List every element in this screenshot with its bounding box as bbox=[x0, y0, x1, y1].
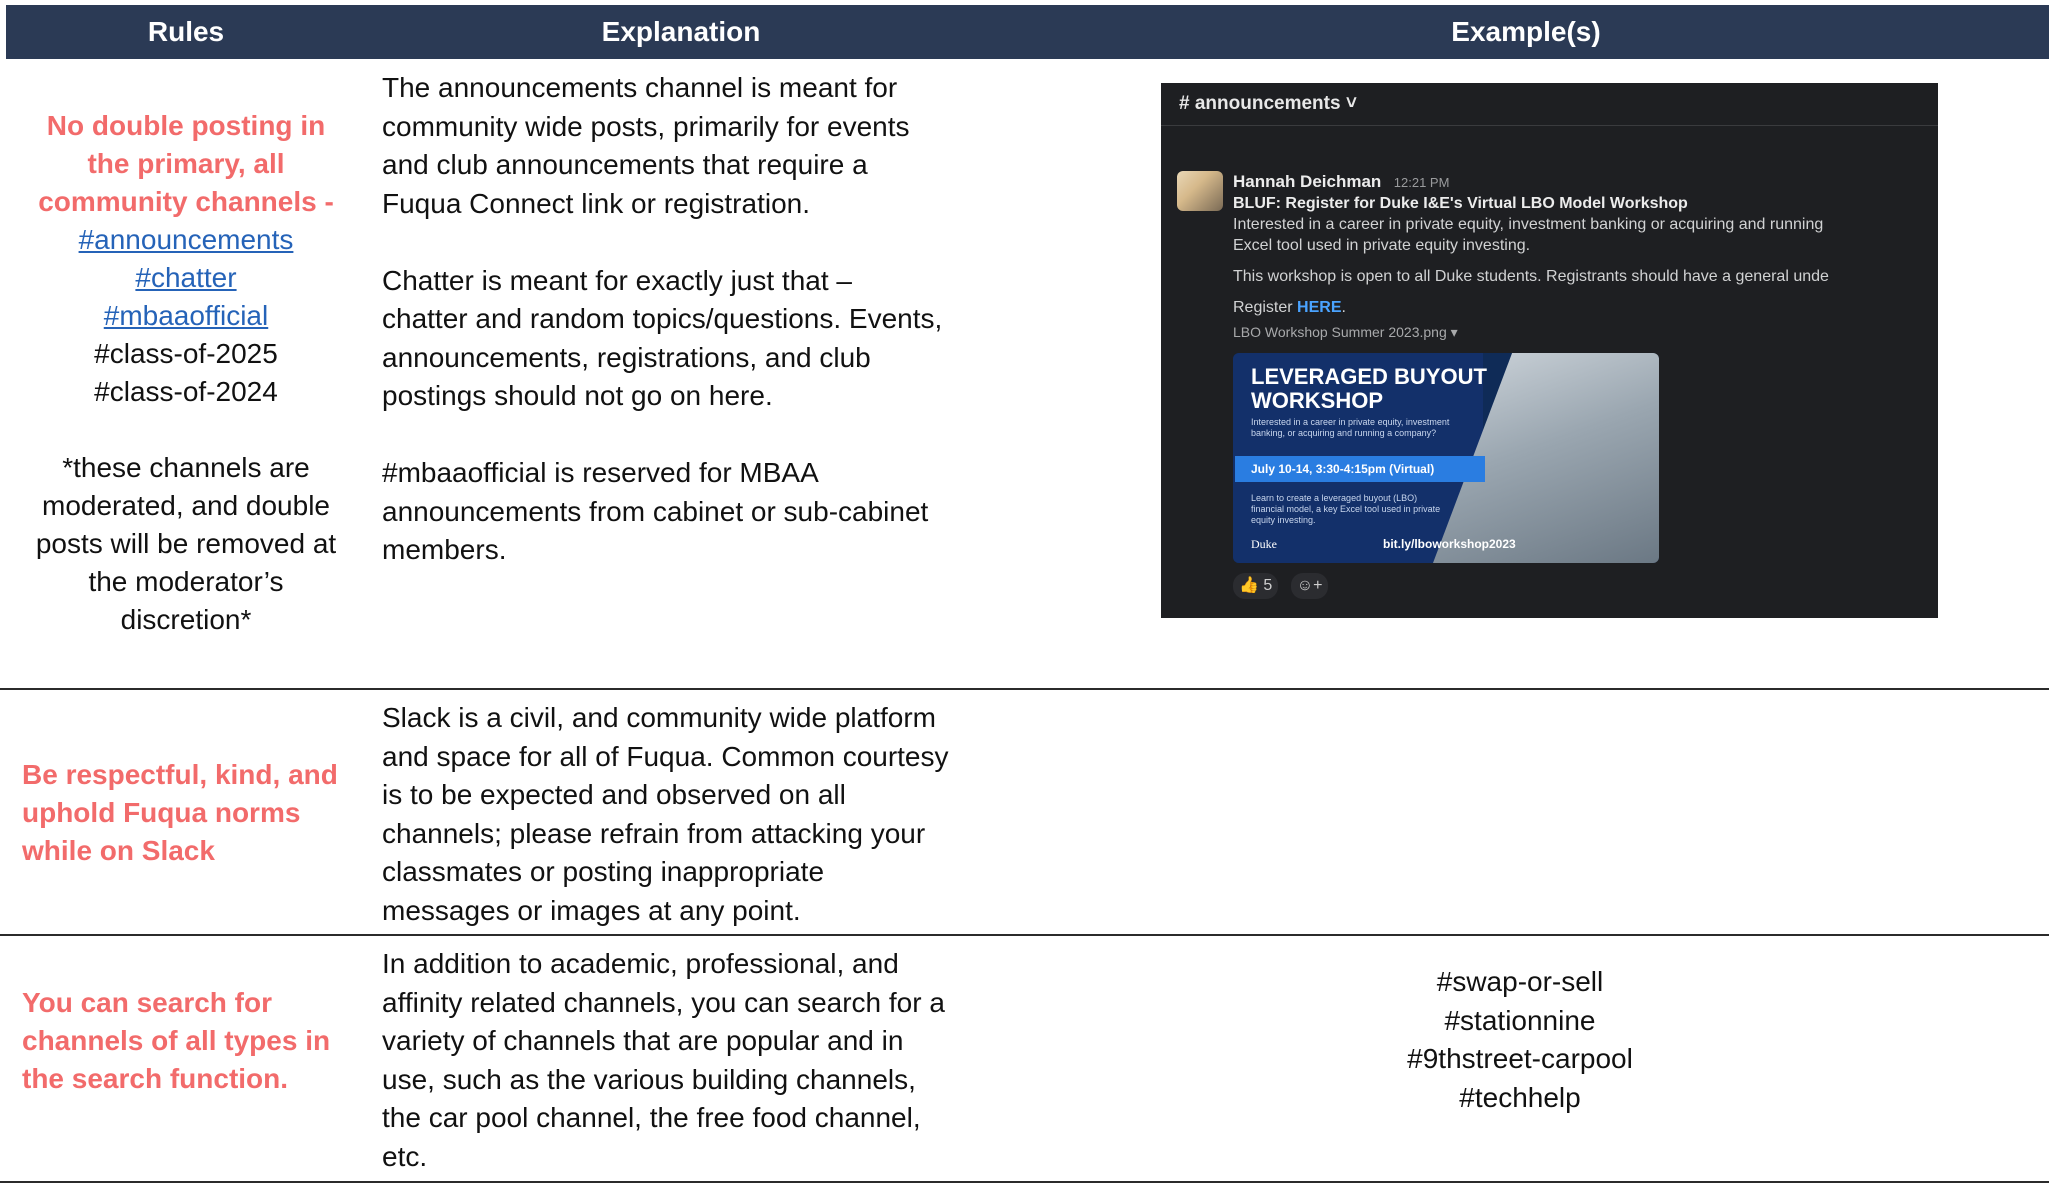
channel-class-of-2024: #class-of-2024 bbox=[94, 376, 278, 407]
expl-line: community wide posts, primarily for even… bbox=[382, 110, 910, 142]
expl-line: and club announcements that require a bbox=[382, 149, 868, 180]
thumbs-up-reaction[interactable]: 👍 5 bbox=[1233, 573, 1279, 599]
rule-line: the search function. bbox=[22, 1063, 289, 1094]
message-time: 12:21 PM bbox=[1393, 175, 1450, 190]
rule-line: You can search for bbox=[22, 987, 273, 1018]
duke-logo: Duke bbox=[1251, 537, 1277, 551]
header-rules: Rules bbox=[147, 16, 225, 47]
thumbs-up-icon: 👍 bbox=[1239, 577, 1259, 594]
message-subject: BLUF: Register for Duke I&E's Virtual LB… bbox=[1233, 195, 1688, 212]
banner-description: Learn to create a leveraged buyout (LBO)… bbox=[1251, 493, 1441, 525]
register-prefix: Register bbox=[1233, 299, 1298, 316]
explanation-row-1: The announcements channel is meant for c… bbox=[382, 69, 982, 570]
channel-link-mbaaofficial[interactable]: #mbaaofficial bbox=[6, 297, 366, 335]
header-explanation: Explanation bbox=[601, 16, 761, 47]
slack-screenshot: # announcements ˅ Hannah Deichman 12:21 … bbox=[1161, 83, 1938, 618]
rule-no-double-posting: No double posting in the primary, all co… bbox=[6, 107, 366, 639]
header-examples: Example(s) bbox=[1451, 16, 1601, 47]
moderation-note-line: discretion* bbox=[120, 604, 252, 635]
rule-line: uphold Fuqua norms bbox=[22, 797, 301, 828]
expl-line: chatter and random topics/questions. Eve… bbox=[382, 303, 943, 334]
expl-line: use, such as the various building channe… bbox=[382, 1063, 916, 1095]
expl-line: channels; please refrain from attacking … bbox=[382, 817, 926, 849]
expl-line: postings should not go on here. bbox=[382, 380, 773, 411]
explanation-row-2: Slack is a civil, and community wide pla… bbox=[382, 699, 982, 930]
banner-date: July 10-14, 3:30-4:15pm (Virtual) bbox=[1235, 456, 1485, 482]
example-channel: #stationnine bbox=[1444, 1004, 1596, 1036]
expl-line: classmates or posting inappropriate bbox=[382, 856, 825, 887]
register-suffix: . bbox=[1341, 299, 1346, 316]
channel-link-chatter[interactable]: #chatter bbox=[6, 259, 366, 297]
expl-line: Fuqua Connect link or registration. bbox=[382, 187, 810, 219]
moderation-note-line: *these channels are bbox=[62, 452, 310, 483]
expl-line: variety of channels that are popular and… bbox=[382, 1025, 904, 1056]
rule-line: community channels - bbox=[38, 186, 334, 217]
moderation-note-line: posts will be removed at bbox=[35, 528, 337, 559]
expl-line: etc. bbox=[382, 1140, 428, 1172]
expl-line: #mbaaofficial is reserved for MBAA bbox=[382, 457, 819, 488]
example-channel: #9thstreet-carpool bbox=[1407, 1043, 1633, 1074]
message-line: This workshop is open to all Duke studen… bbox=[1233, 268, 1829, 285]
banner-title: LEVERAGED BUYOUT WORKSHOP bbox=[1251, 365, 1487, 413]
table-header: Rules Explanation Example(s) bbox=[6, 5, 2049, 59]
workshop-banner-image[interactable]: LEVERAGED BUYOUT WORKSHOP Interested in … bbox=[1233, 353, 1659, 563]
message-author[interactable]: Hannah Deichman bbox=[1233, 172, 1381, 191]
rule-line: the primary, all bbox=[87, 148, 285, 179]
reactions: 👍 5 ☺+ bbox=[1233, 573, 1336, 599]
channel-class-of-2025: #class-of-2025 bbox=[94, 338, 278, 369]
moderation-note-line: moderated, and double bbox=[42, 490, 330, 521]
expl-line: the car pool channel, the free food chan… bbox=[382, 1102, 921, 1133]
rule-search-channels: You can search for channels of all types… bbox=[22, 984, 362, 1098]
expl-line: messages or images at any point. bbox=[382, 894, 801, 926]
expl-line: members. bbox=[382, 534, 507, 565]
add-reaction-icon[interactable]: ☺+ bbox=[1290, 573, 1329, 599]
expl-line: The announcements channel is meant for bbox=[382, 72, 898, 103]
message-line: Excel tool used in private equity invest… bbox=[1233, 237, 1531, 254]
moderation-note-line: the moderator’s bbox=[88, 566, 284, 597]
slack-channel-title[interactable]: # announcements ˅ bbox=[1161, 83, 1938, 126]
explanation-row-3: In addition to academic, professional, a… bbox=[382, 945, 982, 1176]
example-channel: #techhelp bbox=[1459, 1081, 1581, 1113]
rule-line: channels of all types in bbox=[22, 1025, 331, 1056]
example-channels-list: #swap-or-sell #stationnine #9thstreet-ca… bbox=[1130, 963, 1910, 1117]
row-divider bbox=[0, 934, 2049, 936]
row-divider bbox=[0, 1181, 2049, 1183]
expl-line: announcements, registrations, and club bbox=[382, 341, 871, 373]
expl-line: affinity related channels, you can searc… bbox=[382, 986, 945, 1018]
expl-line: and space for all of Fuqua. Common court… bbox=[382, 740, 949, 772]
rule-line: Be respectful, kind, and bbox=[22, 759, 338, 790]
expl-line: Chatter is meant for exactly just that – bbox=[382, 264, 852, 296]
banner-subtitle: Interested in a career in private equity… bbox=[1251, 417, 1450, 438]
banner-title-line: LEVERAGED BUYOUT bbox=[1251, 364, 1487, 389]
expl-line: announcements from cabinet or sub-cabine… bbox=[382, 495, 929, 527]
register-link[interactable]: HERE bbox=[1297, 299, 1341, 316]
rule-be-respectful: Be respectful, kind, and uphold Fuqua no… bbox=[22, 756, 362, 870]
expl-line: is to be expected and observed on all bbox=[382, 779, 846, 810]
row-divider bbox=[0, 688, 2049, 690]
rule-line: No double posting in bbox=[46, 110, 326, 141]
message-line: Interested in a career in private equity… bbox=[1233, 216, 1824, 233]
register-line: Register HERE. bbox=[1233, 297, 1938, 318]
channel-link-announcements[interactable]: #announcements bbox=[6, 221, 366, 259]
banner-url: bit.ly/lboworkshop2023 bbox=[1383, 537, 1516, 551]
example-channel: #swap-or-sell bbox=[1436, 966, 1604, 997]
rule-line: while on Slack bbox=[22, 835, 215, 866]
reaction-count: 5 bbox=[1263, 577, 1273, 594]
expl-line: In addition to academic, professional, a… bbox=[382, 948, 899, 979]
expl-line: Slack is a civil, and community wide pla… bbox=[382, 702, 936, 733]
banner-title-line: WORKSHOP bbox=[1251, 388, 1383, 413]
attachment-filename[interactable]: LBO Workshop Summer 2023.png ▾ bbox=[1233, 322, 1938, 343]
avatar[interactable] bbox=[1177, 171, 1223, 211]
